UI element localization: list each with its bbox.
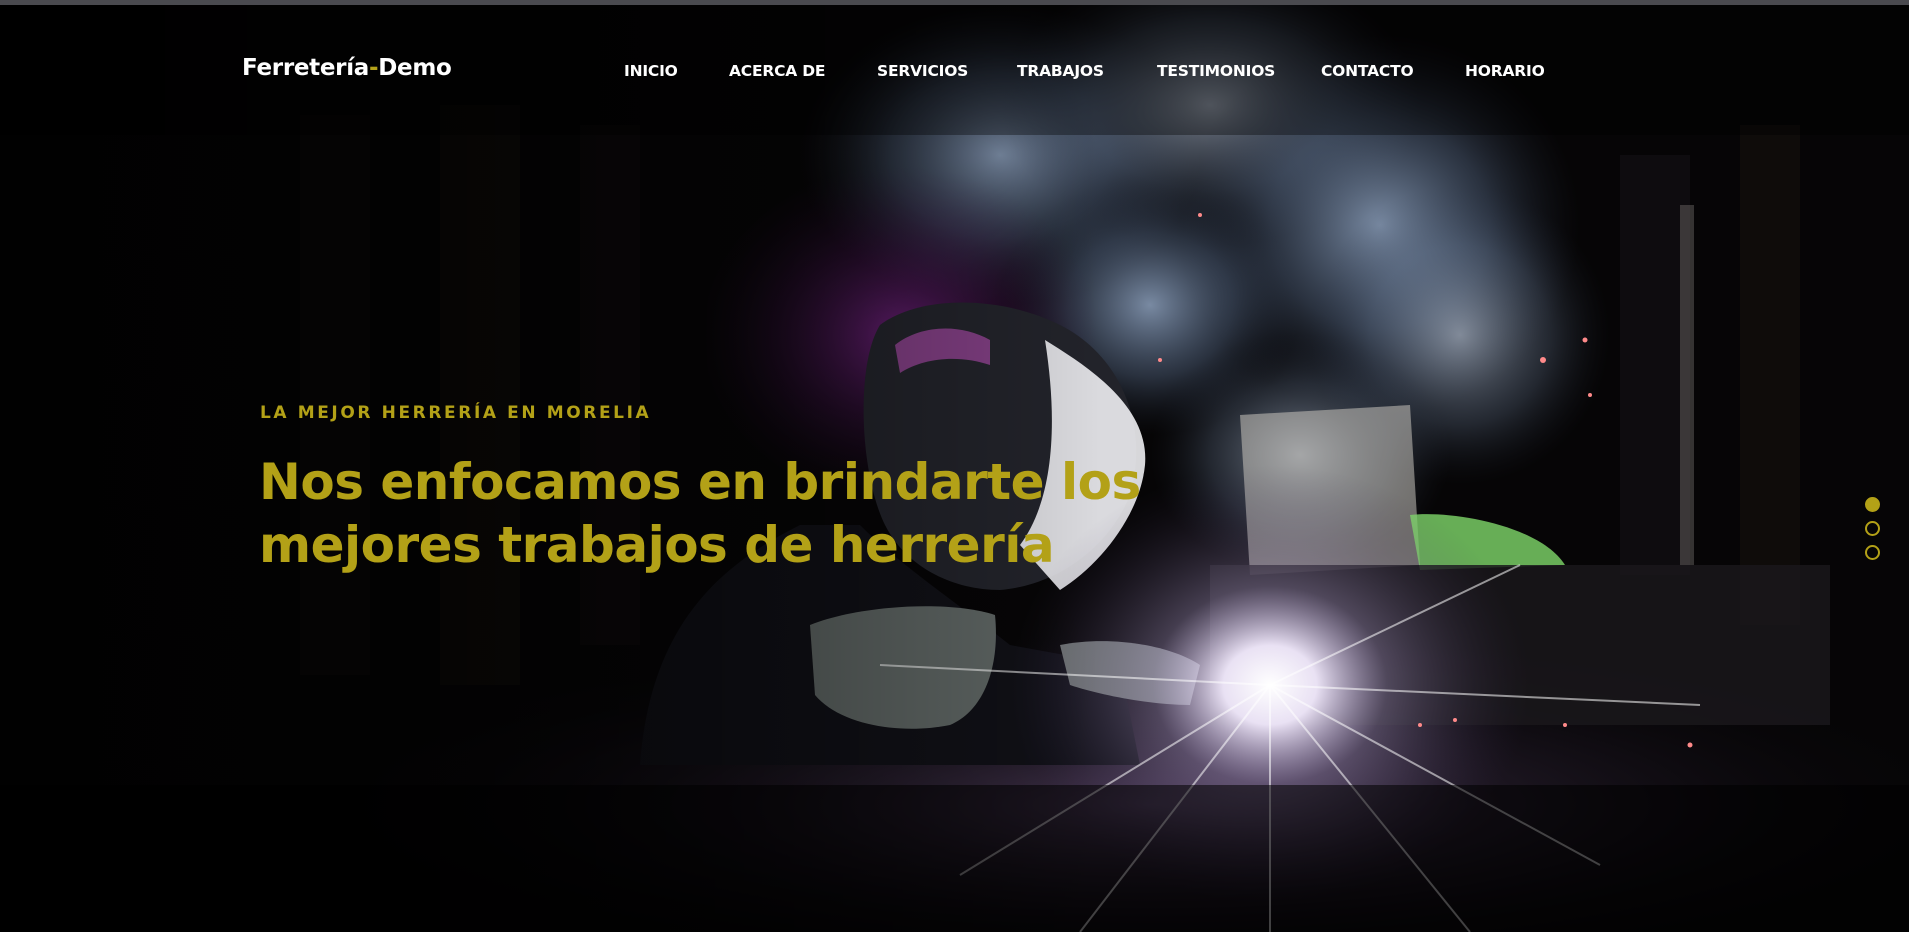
hero-headline-line2: mejores trabajos de herrería [259,516,1055,574]
hero-headline-line1: Nos enfocamos en brindarte los [259,453,1141,511]
nav-link-servicios[interactable]: SERVICIOS [877,62,968,80]
nav-link-contacto[interactable]: CONTACTO [1321,62,1414,80]
slider-pagination [1865,497,1881,565]
hero-kicker: LA MEJOR HERRERÍA EN MORELIA [260,403,652,423]
slider-dot-2[interactable] [1865,521,1880,536]
nav-link-inicio[interactable]: INICIO [624,62,678,80]
nav-link-horario[interactable]: HORARIO [1465,62,1545,80]
main-navbar: Ferretería-Demo INICIO ACERCA DE SERVICI… [0,5,1909,135]
nav-link-testimonios[interactable]: TESTIMONIOS [1157,62,1275,80]
slider-dot-3[interactable] [1865,545,1880,560]
nav-menu: INICIO ACERCA DE SERVICIOS TRABAJOS TEST… [0,62,1909,86]
hero-headline: Nos enfocamos en brindarte los mejores t… [259,451,1159,577]
hero-section: Ferretería-Demo INICIO ACERCA DE SERVICI… [0,5,1909,932]
nav-link-trabajos[interactable]: TRABAJOS [1017,62,1104,80]
slider-dot-1[interactable] [1865,497,1880,512]
nav-link-acerca-de[interactable]: ACERCA DE [729,62,826,80]
